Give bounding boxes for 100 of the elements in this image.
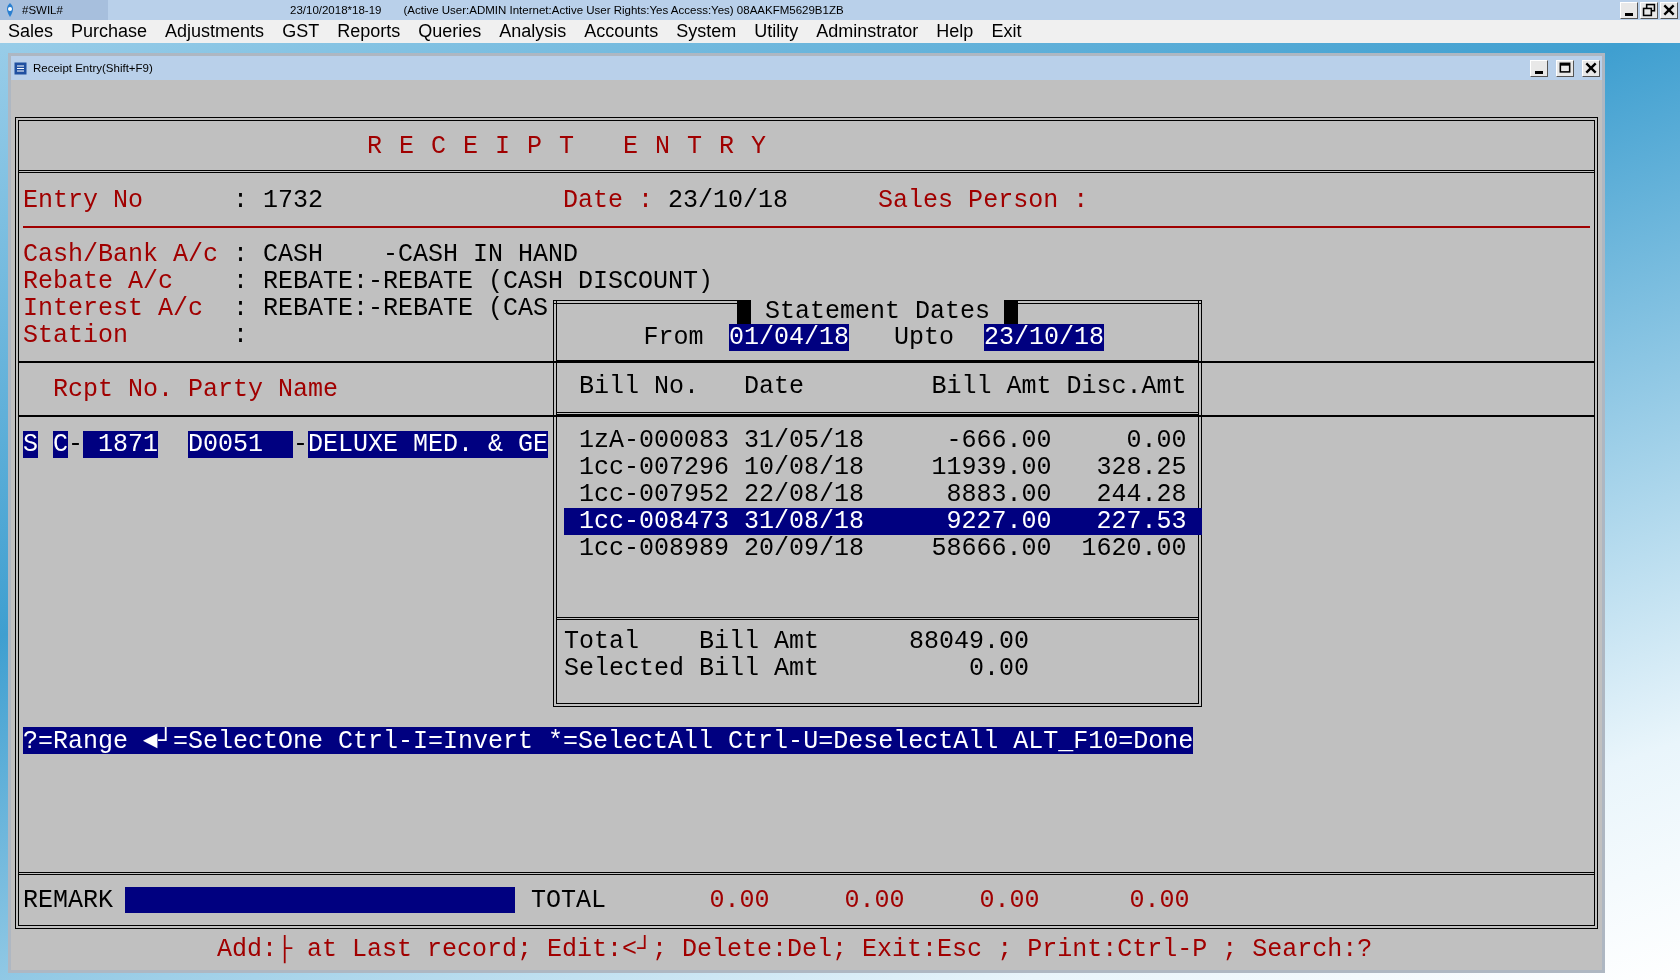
minimize-icon	[1625, 12, 1633, 16]
from-date-field[interactable]: 01/04/18	[729, 324, 850, 351]
popup-title: Statement Dates	[765, 300, 991, 324]
table-cell: 10/08/18	[744, 454, 865, 481]
bill-row[interactable]: 1cc-008989 20/09/18 58666.00 1620.00	[564, 535, 1202, 562]
column-header: Bill No.	[579, 373, 701, 400]
close-button[interactable]	[1660, 1, 1678, 19]
form-heading: R E C E I P T E N T R Y	[367, 131, 768, 161]
table-cell-text: 227.53	[1095, 508, 1187, 535]
total-value: 88049.00	[908, 628, 1030, 655]
bill-row[interactable]: 1cc-008473 31/08/18 9227.00 227.53	[564, 508, 1202, 535]
total-value: 0.00	[968, 655, 1030, 682]
table-cell: 31/05/18	[744, 427, 865, 454]
field-label: Entry No	[23, 187, 145, 214]
colon: :	[233, 295, 250, 322]
menu-item[interactable]: Analysis	[491, 21, 577, 42]
status-line: Add:├ at Last record; Edit:<┘; Delete:Del; Exit:Esc ; Print:Ctrl-P ; Search:?	[217, 934, 1373, 964]
table-cell-text: 1cc-008989	[579, 535, 731, 562]
total-value: 0.00	[843, 885, 905, 915]
field-label: Upto	[894, 324, 956, 351]
restore-button[interactable]	[1640, 1, 1658, 19]
table-cell-text: 9227.00	[945, 508, 1052, 535]
table-cell-text: 1620.00	[1080, 535, 1187, 562]
menu-item[interactable]: Purchase	[63, 21, 158, 42]
minimize-icon	[1535, 70, 1543, 74]
total-value: 0.00	[708, 885, 770, 915]
table-cell: 22/08/18	[744, 481, 865, 508]
total-label: Bill Amt	[699, 628, 821, 655]
table-cell-text: 1cc-007296	[579, 454, 731, 481]
total-label: Bill Amt	[699, 655, 821, 682]
menu-item[interactable]: Adjustments	[157, 21, 275, 42]
table-cell: 1871	[83, 431, 159, 458]
field-label: Cash/Bank A/c	[23, 241, 220, 268]
minimize-button[interactable]	[1530, 59, 1548, 77]
table-cell-text: 328.25	[1095, 454, 1187, 481]
field-value: REBATE:-REBATE (CASH DISCOUNT)	[263, 268, 714, 295]
window-icon	[14, 61, 27, 75]
table-cell-text: 1cc-008473	[579, 508, 731, 535]
menu-item[interactable]: Queries	[410, 21, 492, 42]
maximize-button[interactable]	[1556, 59, 1574, 77]
field-label: Sales Person :	[878, 187, 1089, 214]
help-bar: ?=Range ◄┘=SelectOne Ctrl-I=Invert *=SelectAll Ctrl-U=DeselectAll ALT_F10=Done	[23, 727, 1194, 754]
field-value: CASH -CASH IN HAND	[263, 241, 579, 268]
table-cell: DELUXE MED. & GE	[308, 431, 549, 458]
column-header: Rcpt No.	[53, 376, 175, 403]
menu-item[interactable]: Exit	[983, 21, 1032, 42]
table-cell-text: 0.00	[1125, 427, 1187, 454]
field-value: 1732	[263, 187, 324, 214]
column-header: Bill Amt	[930, 373, 1052, 400]
table-cell: 20/09/18	[744, 535, 865, 562]
field-label: Date :	[563, 187, 655, 214]
close-icon	[1662, 3, 1676, 17]
session-text: 23/10/2018*18-19	[290, 4, 382, 16]
close-button[interactable]	[1582, 59, 1600, 77]
table-cell: S	[23, 431, 38, 458]
colon: :	[233, 268, 250, 295]
menu-item[interactable]: Adminstrator	[808, 21, 929, 42]
table-cell-text: -666.00	[945, 427, 1052, 454]
minimize-button[interactable]	[1620, 1, 1638, 19]
bill-row[interactable]: 1cc-007952 22/08/18 8883.00 244.28	[564, 481, 1202, 508]
colon: :	[233, 322, 250, 349]
field-value: 23/10/18	[668, 187, 790, 214]
maximize-icon	[1558, 61, 1572, 75]
table-cell: 31/08/18	[744, 508, 865, 535]
total-value: 0.00	[1128, 885, 1190, 915]
table-cell: D0051	[188, 431, 294, 458]
total-value: 0.00	[978, 885, 1040, 915]
table-cell-text: 1zA-000083	[579, 427, 731, 454]
menu-item[interactable]: Help	[928, 21, 984, 42]
field-label: Interest A/c	[23, 295, 205, 322]
menu-item[interactable]: Utility	[746, 21, 809, 42]
separator-text: -	[68, 431, 84, 458]
table-cell: C	[53, 431, 69, 458]
column-header: Date	[744, 373, 806, 400]
upto-date-field[interactable]: 23/10/18	[984, 324, 1105, 351]
remark-field[interactable]	[125, 887, 515, 913]
field-label: TOTAL	[531, 885, 608, 915]
status-text: (Active User:ADMIN Internet:Active User Rights:Yes Access:Yes) 08AAKFM5629B1ZB	[403, 4, 844, 16]
menu-item[interactable]: GST	[274, 21, 330, 42]
total-label: Selected	[564, 655, 686, 682]
close-icon	[1584, 61, 1598, 75]
table-cell-text: 244.28	[1095, 481, 1187, 508]
bill-row[interactable]: 1zA-000083 31/05/18 -666.00 0.00	[564, 427, 1202, 454]
colon: :	[233, 187, 250, 214]
menu-item[interactable]: Reports	[329, 21, 411, 42]
window-title: Receipt Entry(Shift+F9)	[33, 62, 153, 74]
menu-item[interactable]: Sales	[0, 21, 64, 42]
restore-icon	[1642, 3, 1656, 17]
field-value: REBATE:-REBATE (CAS	[263, 295, 549, 322]
colon: :	[233, 241, 250, 268]
table-cell-text: 8883.00	[945, 481, 1052, 508]
menu-item[interactable]: Accounts	[576, 21, 669, 42]
bill-row[interactable]: 1cc-007296 10/08/18 11939.00 328.25	[564, 454, 1202, 481]
menu-item[interactable]: System	[668, 21, 747, 42]
column-header: Disc.Amt	[1065, 373, 1187, 400]
separator-text: -	[293, 431, 309, 458]
total-label: Total	[564, 628, 640, 655]
column-header: Party Name	[188, 376, 339, 403]
table-cell-text: 58666.00	[930, 535, 1052, 562]
table-cell-text: 11939.00	[930, 454, 1052, 481]
